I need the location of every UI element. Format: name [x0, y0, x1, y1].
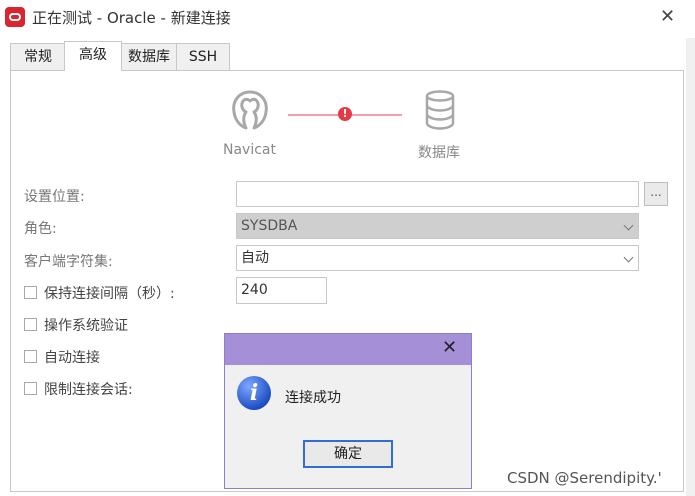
navicat-label: Navicat	[223, 142, 276, 158]
auto-connect-label: 自动连接	[44, 350, 100, 366]
role-value: SYSDBA	[241, 218, 298, 234]
keepalive-checkbox[interactable]	[24, 286, 37, 299]
connection-success-dialog: ✕ i 连接成功 确定	[224, 333, 472, 489]
limit-sessions-checkbox[interactable]	[24, 382, 37, 395]
dialog-titlebar: ✕	[225, 334, 471, 365]
chevron-down-icon	[623, 252, 634, 263]
tab-ssh[interactable]: SSH	[176, 43, 230, 70]
navicat-app-icon	[5, 7, 25, 27]
window-title: 正在测试 - Oracle - 新建连接	[32, 9, 231, 27]
database-icon	[425, 90, 455, 130]
tab-general[interactable]: 常规	[10, 43, 66, 70]
error-icon: !	[338, 107, 352, 121]
info-icon: i	[237, 376, 271, 410]
client-charset-label: 客户端字符集:	[24, 254, 113, 270]
background-window-edge	[686, 38, 695, 496]
keepalive-label: 保持连接间隔（秒）:	[44, 286, 175, 302]
role-select[interactable]: SYSDBA	[236, 213, 639, 239]
limit-sessions-label: 限制连接会话:	[44, 382, 133, 398]
os-auth-checkbox[interactable]	[24, 318, 37, 331]
watermark-text: CSDN @Serendipity.'	[507, 469, 662, 487]
client-charset-select[interactable]: 自动	[236, 245, 639, 271]
settings-location-input[interactable]	[236, 181, 639, 207]
navicat-logo-icon	[232, 90, 268, 130]
tab-database[interactable]: 数据库	[120, 43, 178, 70]
tab-advanced[interactable]: 高级	[64, 41, 122, 71]
database-label: 数据库	[418, 145, 460, 161]
window-close-button[interactable]: ✕	[660, 6, 675, 27]
dialog-message: 连接成功	[285, 390, 341, 406]
auto-connect-checkbox[interactable]	[24, 350, 37, 363]
client-charset-value: 自动	[241, 250, 269, 266]
settings-location-label: 设置位置:	[24, 189, 85, 205]
ok-button[interactable]: 确定	[303, 440, 393, 468]
keepalive-interval-input[interactable]: 240	[236, 277, 327, 304]
dialog-close-button[interactable]: ✕	[442, 337, 457, 358]
role-label: 角色:	[24, 221, 57, 237]
chevron-down-icon	[623, 220, 634, 231]
window-titlebar: 正在测试 - Oracle - 新建连接 ✕	[0, 0, 695, 34]
browse-button[interactable]: ...	[644, 182, 668, 206]
os-auth-label: 操作系统验证	[44, 318, 128, 334]
